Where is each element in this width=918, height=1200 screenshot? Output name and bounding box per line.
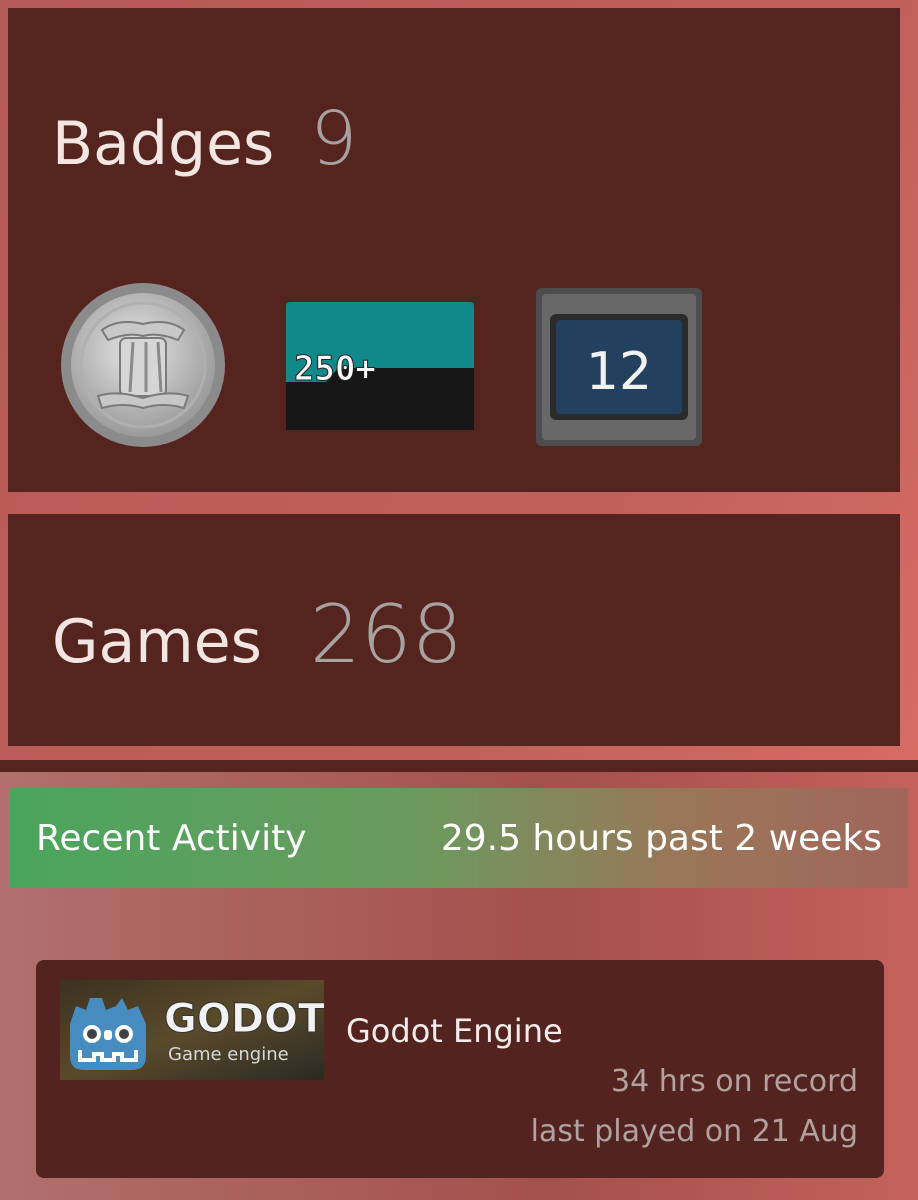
game-last-played: last played on 21 Aug [530,1114,858,1149]
games-heading: Games 268 [52,588,463,681]
games-panel[interactable]: Games 268 [8,514,900,746]
badge-250-text: 250+ [294,349,376,389]
badges-label: Badges [52,109,275,179]
games-count: 268 [309,588,463,681]
badges-count: 9 [310,96,358,182]
250-plus-badge-icon[interactable]: 250+ [286,302,474,430]
badges-heading: Badges 9 [52,96,357,182]
recent-activity-section: Recent Activity 29.5 hours past 2 weeks … [0,772,918,1200]
godot-logo-subtitle: Game engine [168,1044,289,1065]
godot-logo-title: GODOT [164,996,324,1042]
recent-activity-title: Recent Activity [36,817,307,859]
recent-game-card[interactable]: GODOT Game engine Godot Engine 34 hrs on… [36,960,884,1178]
game-hours-on-record: 34 hrs on record [611,1064,858,1099]
games-label: Games [52,607,262,677]
section-divider [0,760,918,772]
game-name[interactable]: Godot Engine [346,1012,563,1050]
badges-panel[interactable]: Badges 9 250+ 12 [8,8,900,492]
badge-level-text: 12 [586,342,652,402]
level-12-badge-icon[interactable]: 12 [536,288,702,446]
recent-activity-header: Recent Activity 29.5 hours past 2 weeks [10,788,908,888]
godot-logo-icon[interactable]: GODOT Game engine [60,980,324,1080]
pillar-coin-badge-icon[interactable] [58,280,228,450]
recent-activity-summary: 29.5 hours past 2 weeks [440,817,882,859]
